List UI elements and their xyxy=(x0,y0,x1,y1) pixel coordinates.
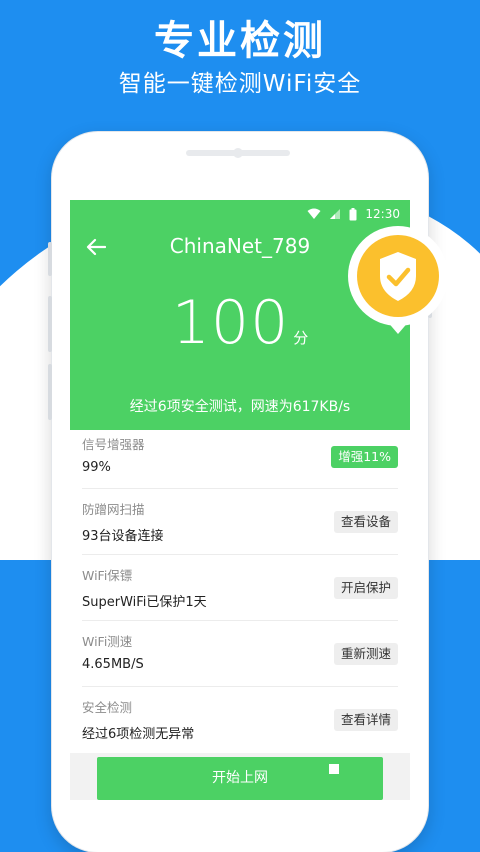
promo-subline: 智能一键检测WiFi安全 xyxy=(118,71,362,97)
view-details-button[interactable]: 查看详情 xyxy=(333,709,398,731)
start-browsing-button[interactable]: 开始上网 xyxy=(97,757,383,800)
list-item-title: 信号增强器 xyxy=(82,437,145,452)
score-unit: 分 xyxy=(293,329,309,347)
wifi-icon xyxy=(307,208,321,219)
list-item-security-check: 安全检测 经过6项检测无异常 查看详情 xyxy=(82,687,398,752)
status-time: 12:30 xyxy=(365,207,400,221)
list-item-title: WiFi测速 xyxy=(82,634,133,649)
list-item-value: SuperWiFi已保护1天 xyxy=(82,595,207,610)
score-value: 100 xyxy=(171,288,290,358)
enable-protection-button[interactable]: 开启保护 xyxy=(333,577,398,599)
phone-volume-button xyxy=(48,242,52,276)
phone-volume-button xyxy=(48,364,52,420)
promo-headline: 专业检测 xyxy=(154,18,326,64)
list-item-title: 防蹭网扫描 xyxy=(82,502,145,517)
list-item-title: 安全检测 xyxy=(82,700,133,715)
overlay-square-icon xyxy=(329,764,339,774)
boost-button[interactable]: 增强11% xyxy=(331,446,398,468)
list-item-value: 4.65MB/S xyxy=(82,657,144,672)
list-item-wifi-speed-test: WiFi测速 4.65MB/S 重新测速 xyxy=(82,621,398,687)
security-shield-badge xyxy=(348,226,448,334)
battery-icon xyxy=(349,207,357,220)
list-item-anti-leech-scan: 防蹭网扫描 93台设备连接 查看设备 xyxy=(82,489,398,555)
list-item-title: WiFi保镖 xyxy=(82,568,133,583)
signal-icon xyxy=(330,209,341,219)
feature-list: 信号增强器 99% 增强11% 防蹭网扫描 93台设备连接 查看设备 WiFi保… xyxy=(70,430,410,752)
list-item-value: 99% xyxy=(82,460,111,475)
retest-speed-button[interactable]: 重新测速 xyxy=(333,643,398,665)
list-item-signal-booster: 信号增强器 99% 增强11% xyxy=(82,430,398,489)
test-summary: 经过6项安全测试，网速为617KB/s xyxy=(129,399,351,415)
list-item-value: 93台设备连接 xyxy=(82,529,164,544)
phone-camera xyxy=(233,148,243,158)
start-browsing-label: 开始上网 xyxy=(212,770,268,786)
list-item-wifi-guard: WiFi保镖 SuperWiFi已保护1天 开启保护 xyxy=(82,555,398,621)
status-bar: 12:30 xyxy=(307,206,400,222)
list-item-value: 经过6项检测无异常 xyxy=(82,727,195,742)
view-devices-button[interactable]: 查看设备 xyxy=(333,511,398,533)
phone-volume-button xyxy=(48,296,52,352)
